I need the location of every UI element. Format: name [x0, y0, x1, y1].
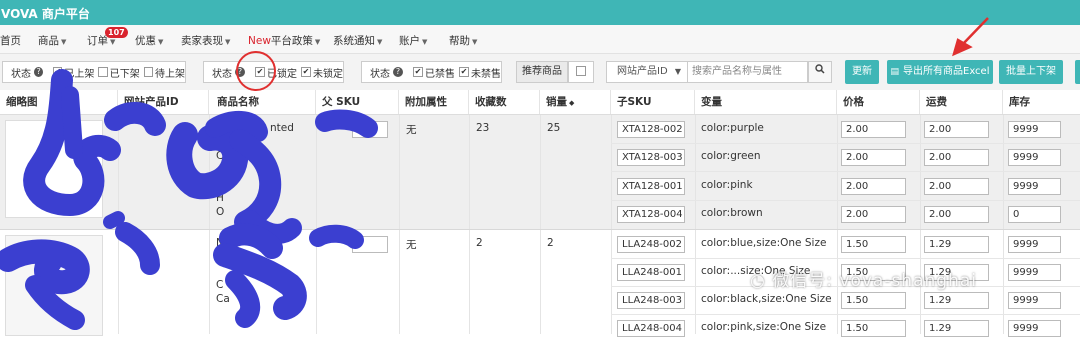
wechat-icon: ◔: [750, 271, 766, 291]
annotation-circle: [236, 51, 276, 91]
wechat-watermark: ◔ 微信号: vova-shanghai: [750, 271, 977, 291]
annotation-arrow: [952, 17, 989, 57]
